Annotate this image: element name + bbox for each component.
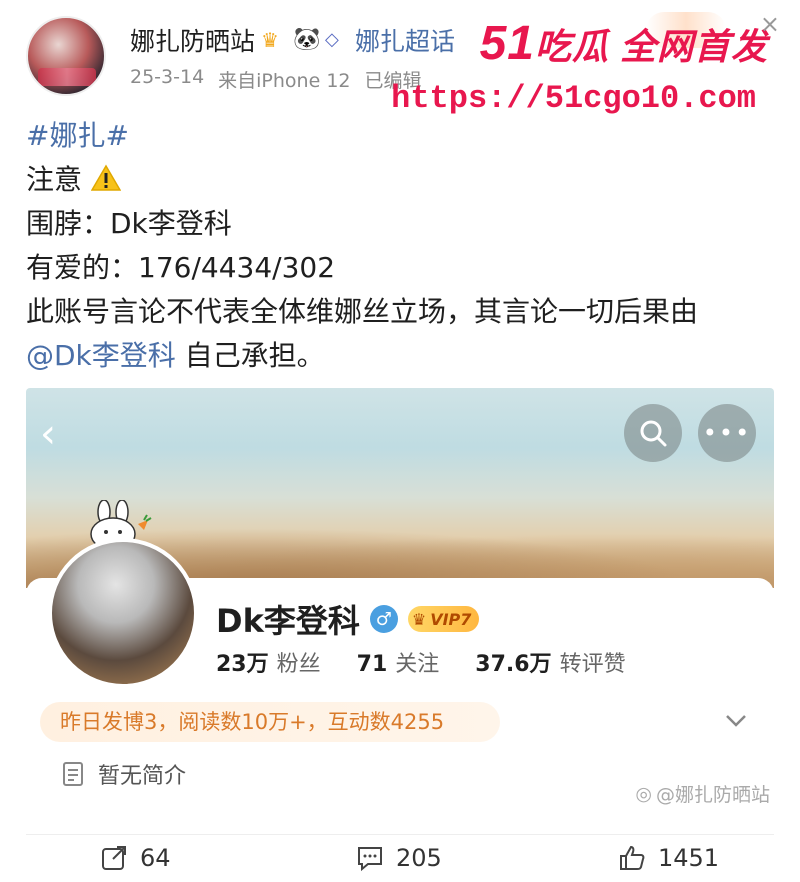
- post-meta: 25-3-14 来自iPhone 12 已编辑: [130, 66, 422, 93]
- repost-icon: [102, 846, 126, 870]
- stats-line: 有爱的：176/4434/302: [26, 251, 336, 284]
- vip-label: VIP7: [430, 609, 472, 629]
- post-date: 25-3-14: [130, 66, 205, 88]
- like-count: 1451: [658, 844, 720, 872]
- target-line: 围脖：Dk李登科: [26, 207, 232, 240]
- chevron-down-icon: [724, 710, 752, 734]
- bio-text: 暂无简介: [98, 764, 187, 789]
- stat-num: 71: [356, 652, 388, 677]
- panda-badge-icon: 🐼: [293, 27, 321, 52]
- image-watermark: ◎ @娜扎防晒站: [635, 780, 770, 807]
- author-avatar[interactable]: [26, 16, 106, 96]
- stat-num: 23万: [216, 652, 269, 677]
- weibo-logo-icon: ◎: [635, 782, 652, 805]
- comment-icon: [358, 847, 382, 872]
- closing-text: 自己承担。: [175, 339, 325, 372]
- stat-fans: 23万 粉丝: [216, 646, 321, 678]
- repost-button[interactable]: 64: [100, 844, 171, 872]
- more-icon: •••: [698, 404, 756, 462]
- post-source: 来自iPhone 12: [218, 70, 351, 92]
- ad-brand-text: 吃瓜 全网首发: [534, 26, 768, 67]
- stat-num: 37.6万: [475, 652, 552, 677]
- vip-badge: ♛ VIP7: [407, 606, 480, 632]
- comment-count: 205: [396, 844, 442, 872]
- activity-summary: 昨日发博3，阅读数10万+，互动数4255: [40, 702, 500, 742]
- profile-stats: 23万 粉丝 71 关注 37.6万 转评赞: [216, 646, 626, 678]
- warning-icon: [90, 164, 121, 191]
- back-arrow-icon: ‹: [40, 411, 56, 457]
- profile-avatar: [48, 538, 198, 688]
- ad-brand: 51吃瓜 全网首发: [480, 16, 768, 71]
- hashtag-link[interactable]: #娜扎#: [26, 119, 129, 152]
- stat-interactions: 37.6万 转评赞: [475, 646, 625, 678]
- nickname-text: Dk李登科: [216, 602, 360, 640]
- supertopic-link[interactable]: 娜扎超话: [355, 22, 455, 58]
- male-gender-icon: ♂: [369, 605, 398, 633]
- stat-label: 关注: [395, 652, 440, 677]
- crown-badge-icon: ♛: [261, 28, 279, 52]
- ad-watermark[interactable]: 51吃瓜 全网首发 https://51cgo10.com ×: [391, 6, 788, 126]
- profile-card-image[interactable]: ‹ ••• Dk李登科 ♂ ♛ VIP7 23万 粉丝 71 关注 37.6万 转评赞…: [26, 388, 774, 798]
- action-bar: 64 205 1451: [0, 844, 800, 880]
- author-name[interactable]: 娜扎防晒站: [130, 22, 255, 58]
- watermark-text: @娜扎防晒站: [655, 784, 770, 806]
- stat-label: 转评赞: [559, 652, 626, 677]
- close-icon[interactable]: ×: [760, 10, 780, 38]
- stat-following: 71 关注: [357, 646, 440, 678]
- ad-url[interactable]: https://51cgo10.com: [391, 80, 756, 117]
- repost-count: 64: [140, 844, 171, 872]
- divider: [26, 834, 774, 835]
- author-line: 娜扎防晒站 ♛ 🐼 ◇ 娜扎超话: [130, 22, 455, 58]
- document-icon: [63, 762, 83, 786]
- disclaimer-line: 此账号言论不代表全体维娜丝立场，其言论一切后果由: [26, 295, 699, 328]
- comment-button[interactable]: 205: [356, 844, 442, 872]
- diamond-icon: ◇: [325, 29, 339, 50]
- thumbs-up-icon: [620, 845, 645, 870]
- stat-label: 粉丝: [276, 652, 321, 677]
- profile-bio: 暂无简介: [62, 758, 186, 790]
- search-icon: [624, 404, 682, 462]
- ad-brand-num: 51: [479, 17, 535, 70]
- mention-link[interactable]: @Dk李登科: [26, 339, 176, 372]
- profile-nickname: Dk李登科 ♂ ♛ VIP7: [216, 596, 480, 642]
- notice-text: 注意: [26, 163, 83, 196]
- like-button[interactable]: 1451: [618, 844, 719, 872]
- post-body: #娜扎# 注意 围脖：Dk李登科 有爱的：176/4434/302 此账号言论不…: [26, 114, 786, 378]
- crown-icon: ♛: [411, 609, 427, 629]
